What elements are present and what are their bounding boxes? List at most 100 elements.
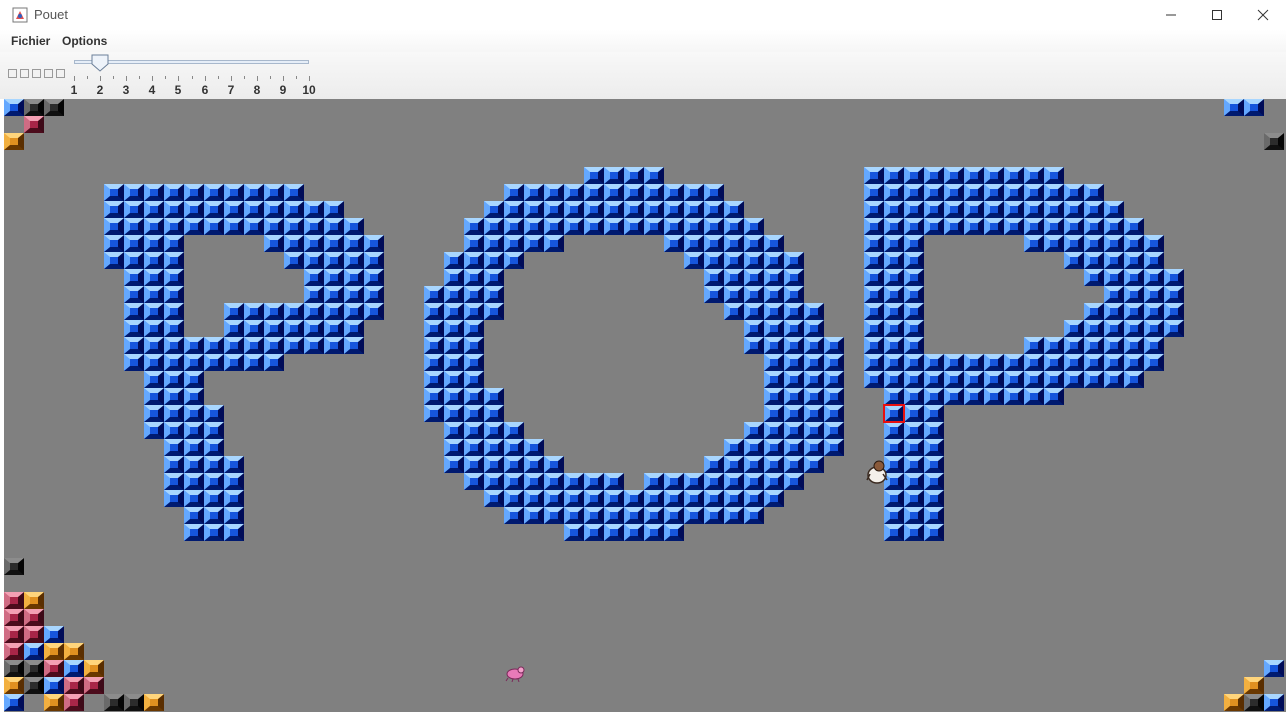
mini-box: [8, 69, 17, 78]
letter-p-1-block: [224, 320, 244, 337]
letter-o-block: [524, 218, 544, 235]
letter-p-1-block: [324, 303, 344, 320]
letter-p-2-block: [1004, 354, 1024, 371]
letter-o-block: [804, 456, 824, 473]
mini-box: [20, 69, 29, 78]
letter-p-2-block: [1064, 371, 1084, 388]
letter-p-2-block: [1064, 201, 1084, 218]
corner-block: [24, 626, 44, 643]
slider-minor-tick: [296, 76, 297, 79]
letter-o-block: [564, 490, 584, 507]
letter-o-block: [744, 507, 764, 524]
letter-p-1-block: [284, 320, 304, 337]
letter-o-block: [704, 456, 724, 473]
letter-p-1-block: [324, 286, 344, 303]
corner-block: [4, 626, 24, 643]
letter-p-1-block: [204, 201, 224, 218]
letter-o-block: [424, 337, 444, 354]
letter-o-block: [824, 388, 844, 405]
letter-p-1-block: [184, 439, 204, 456]
letter-o-block: [744, 269, 764, 286]
letter-p-2-block: [884, 422, 904, 439]
letter-o-block: [664, 201, 684, 218]
letter-o-block: [724, 439, 744, 456]
letter-p-1-block: [344, 252, 364, 269]
letter-p-1-block: [104, 235, 124, 252]
letter-p-1-block: [144, 201, 164, 218]
letter-p-1-block: [304, 320, 324, 337]
letter-p-1-block: [184, 371, 204, 388]
letter-p-1-block: [324, 235, 344, 252]
letter-o-block: [704, 269, 724, 286]
letter-o-block: [444, 320, 464, 337]
letter-p-1-block: [264, 303, 284, 320]
letter-o-block: [764, 405, 784, 422]
letter-p-2-block: [864, 184, 884, 201]
slider-tick-label: 2: [96, 83, 104, 97]
letter-p-2-block: [1164, 320, 1184, 337]
minimize-button[interactable]: [1148, 0, 1194, 30]
menu-fichier[interactable]: Fichier: [11, 34, 50, 48]
letter-o-block: [624, 201, 644, 218]
letter-o-block: [704, 490, 724, 507]
letter-p-2-block: [1104, 269, 1124, 286]
letter-p-2-block: [1084, 218, 1104, 235]
letter-p-2-block: [984, 218, 1004, 235]
letter-o-block: [484, 456, 504, 473]
letter-p-2-block: [944, 218, 964, 235]
letter-p-1-block: [184, 337, 204, 354]
letter-o-block: [564, 201, 584, 218]
letter-o-block: [784, 473, 804, 490]
letter-p-1-block: [144, 371, 164, 388]
letter-p-1-block: [224, 337, 244, 354]
corner-block: [84, 677, 104, 694]
game-board[interactable]: [4, 99, 1286, 712]
letter-p-1-block: [204, 524, 224, 541]
corner-block: [4, 133, 24, 150]
letter-o-block: [664, 184, 684, 201]
speed-slider-thumb[interactable]: [90, 54, 110, 72]
letter-p-2-block: [944, 371, 964, 388]
corner-block: [4, 609, 24, 626]
letter-o-block: [584, 184, 604, 201]
letter-o-block: [484, 405, 504, 422]
letter-p-2-block: [884, 320, 904, 337]
letter-p-2-block: [924, 201, 944, 218]
letter-o-block: [544, 184, 564, 201]
menu-bar: Fichier Options: [0, 30, 1286, 52]
letter-o-block: [464, 405, 484, 422]
letter-o-block: [824, 439, 844, 456]
corner-block: [44, 643, 64, 660]
letter-p-2-block: [904, 405, 924, 422]
letter-p-2-block: [1144, 235, 1164, 252]
letter-p-1-block: [224, 201, 244, 218]
slider-minor-tick: [244, 76, 245, 79]
corner-block: [4, 660, 24, 677]
slider-tick: [257, 76, 258, 81]
slider-tick: [100, 76, 101, 81]
menu-options[interactable]: Options: [62, 34, 107, 48]
letter-p-2-block: [1104, 218, 1124, 235]
close-button[interactable]: [1240, 0, 1286, 30]
letter-p-2-block: [984, 371, 1004, 388]
letter-p-1-block: [304, 286, 324, 303]
letter-p-1-block: [304, 235, 324, 252]
letter-o-block: [624, 507, 644, 524]
letter-o-block: [464, 473, 484, 490]
letter-o-block: [464, 218, 484, 235]
letter-p-1-block: [324, 201, 344, 218]
letter-o-block: [604, 184, 624, 201]
letter-o-block: [484, 303, 504, 320]
letter-p-1-block: [124, 286, 144, 303]
letter-p-1-block: [184, 490, 204, 507]
letter-o-block: [824, 422, 844, 439]
letter-p-2-block: [1084, 252, 1104, 269]
letter-p-1-block: [284, 303, 304, 320]
letter-o-block: [744, 422, 764, 439]
maximize-button[interactable]: [1194, 0, 1240, 30]
letter-p-2-block: [924, 473, 944, 490]
letter-p-1-block: [284, 252, 304, 269]
letter-p-2-block: [864, 354, 884, 371]
letter-o-block: [644, 473, 664, 490]
slider-tick-label: 3: [122, 83, 130, 97]
